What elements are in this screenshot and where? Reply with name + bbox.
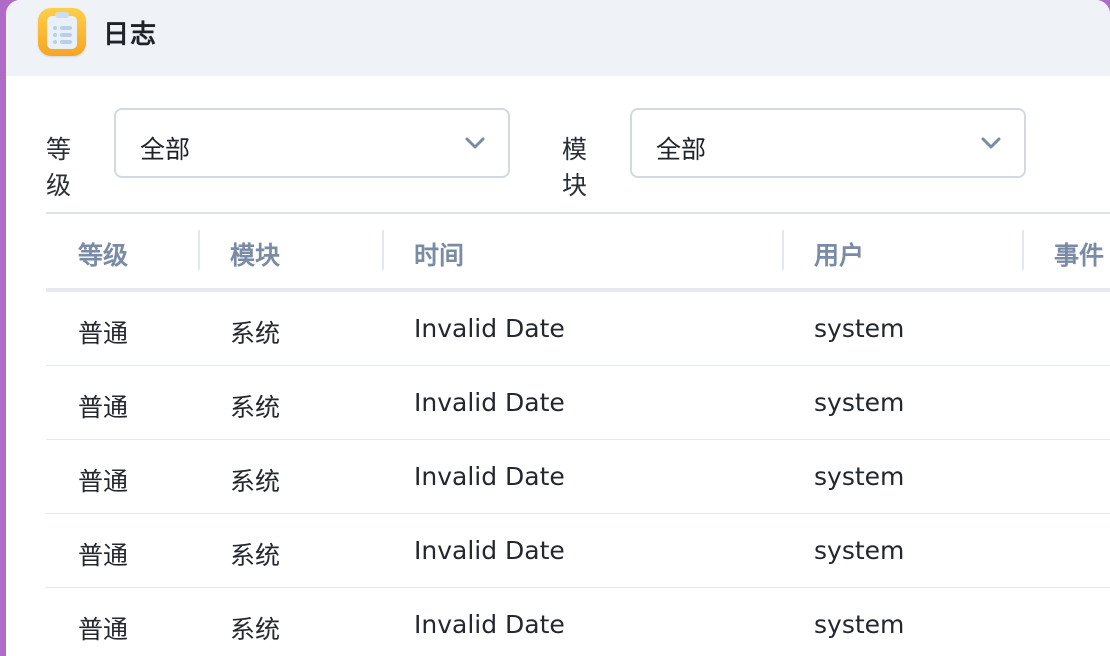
cell-level: 普通 [78,615,129,644]
log-table: 等级 模块 时间 用户 事件 普通 系统 Invalid Date system… [46,212,1110,656]
cell-level: 普通 [78,541,129,570]
column-header-user[interactable]: 用户 [814,236,864,272]
cell-module: 系统 [230,393,281,422]
window-title: 日志 [103,20,158,50]
column-header-module[interactable]: 模块 [230,236,280,272]
title-bar: 日志 [6,0,1110,76]
column-header-time[interactable]: 时间 [414,236,464,272]
cell-module: 系统 [230,541,281,570]
cell-module: 系统 [230,467,281,496]
chevron-down-icon [465,137,485,149]
column-divider[interactable] [1022,230,1024,270]
table-row[interactable]: 普通 系统 Invalid Date system [46,366,1110,440]
cell-time: Invalid Date [414,610,565,639]
cell-time: Invalid Date [414,388,565,417]
cell-user: system [814,314,905,343]
cell-user: system [814,462,905,491]
module-select[interactable]: 全部 [630,108,1026,178]
column-divider[interactable] [198,230,200,270]
column-header-level[interactable]: 等级 [78,236,128,272]
cell-user: system [814,610,905,639]
cell-level: 普通 [78,467,129,496]
cell-user: system [814,388,905,417]
log-window: 日志 等级 全部 模块 全部 等级 模块 时间 用户 事件 普通 系统 Inva… [6,0,1110,656]
cell-time: Invalid Date [414,314,565,343]
clipboard-list-icon [38,8,86,56]
cell-user: system [814,536,905,565]
column-header-event[interactable]: 事件 [1054,236,1104,272]
level-filter-label: 等级 [46,135,72,200]
module-select-value: 全部 [656,135,707,164]
table-row[interactable]: 普通 系统 Invalid Date system [46,440,1110,514]
column-divider[interactable] [782,230,784,270]
column-divider[interactable] [382,230,384,270]
level-select-value: 全部 [140,135,191,164]
cell-module: 系统 [230,615,281,644]
module-filter-label: 模块 [562,135,588,200]
table-header: 等级 模块 时间 用户 事件 [46,214,1110,292]
table-row[interactable]: 普通 系统 Invalid Date system [46,588,1110,656]
table-row[interactable]: 普通 系统 Invalid Date system [46,292,1110,366]
cell-time: Invalid Date [414,536,565,565]
cell-level: 普通 [78,319,129,348]
level-select[interactable]: 全部 [114,108,510,178]
cell-time: Invalid Date [414,462,565,491]
chevron-down-icon [981,137,1001,149]
table-row[interactable]: 普通 系统 Invalid Date system [46,514,1110,588]
cell-level: 普通 [78,393,129,422]
cell-module: 系统 [230,319,281,348]
